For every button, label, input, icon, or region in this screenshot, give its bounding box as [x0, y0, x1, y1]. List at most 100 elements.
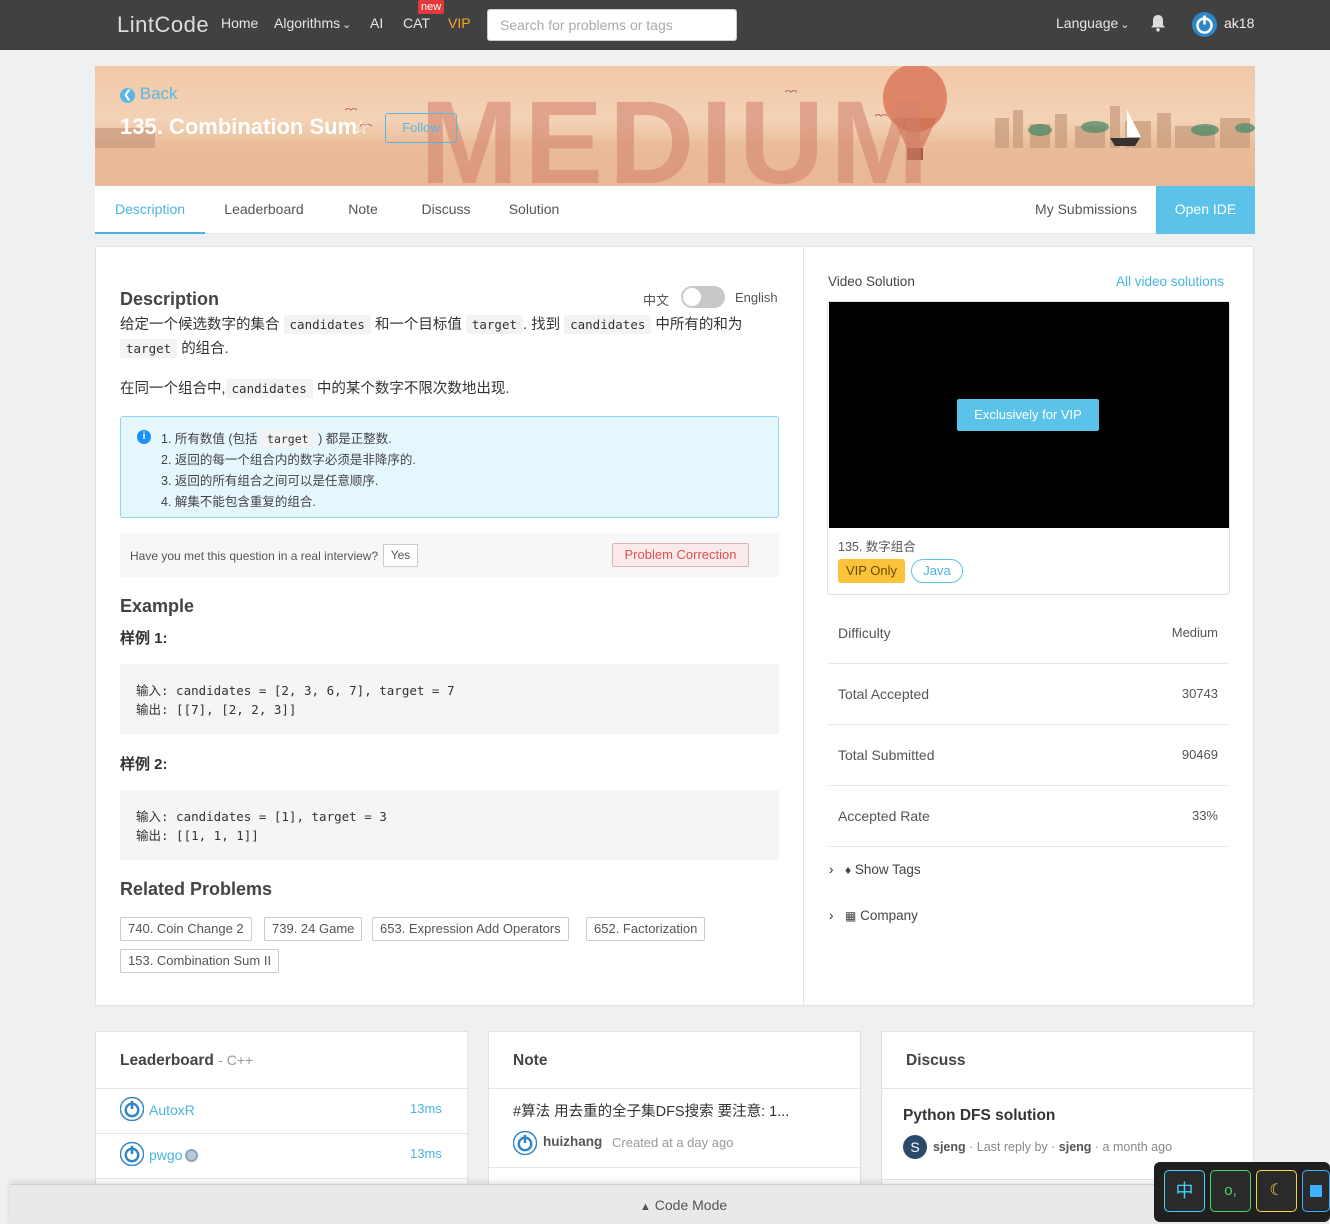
example-1-code: 输入: candidates = [2, 3, 6, 7], target = …	[120, 664, 779, 734]
back-arrow-icon: ❮	[120, 88, 135, 103]
code-mode-toggle[interactable]: ▲ Code Mode	[640, 1197, 727, 1213]
stat-accepted-rate: Accepted Rate 33%	[828, 786, 1229, 847]
description-heading: Description	[120, 289, 220, 309]
difficulty-watermark: MEDIUM	[420, 77, 935, 186]
ime-toolbar: 中 o, ☾	[1154, 1162, 1330, 1222]
chevron-down-icon: ⌄	[1120, 19, 1130, 31]
notes-box: i 1. 所有数值 (包括 target ) 都是正整数. 2. 返回的每一个组…	[120, 416, 779, 518]
leaderboard-time: 13ms	[410, 1101, 442, 1116]
tab-discuss[interactable]: Discuss	[411, 186, 481, 234]
leaderboard-time: 13ms	[410, 1146, 442, 1161]
stat-difficulty: Difficulty Medium	[828, 603, 1229, 664]
follow-button[interactable]: Follow	[385, 113, 457, 143]
language-dropdown[interactable]: Language ⌄	[1056, 15, 1130, 31]
stat-total-submitted: Total Submitted 90469	[828, 725, 1229, 786]
related-problem-tag[interactable]: 153. Combination Sum II	[120, 949, 280, 973]
example-1-label: 样例 1:	[120, 630, 168, 647]
chevron-right-icon: ›	[829, 908, 834, 923]
related-problems-heading: Related Problems	[120, 879, 273, 899]
discuss-title[interactable]: Python DFS solution	[903, 1107, 1055, 1125]
example-heading: Example	[120, 596, 195, 616]
discuss-reply-user[interactable]: sjeng	[1059, 1140, 1092, 1154]
my-submissions-link[interactable]: My Submissions	[1030, 186, 1142, 234]
lang-zh-label: 中文	[643, 293, 670, 308]
note-line-3: 3. 返回的所有组合之间可以是任意顺序.	[161, 474, 379, 488]
all-video-solutions-link[interactable]: All video solutions	[1116, 274, 1224, 289]
note-line-2: 2. 返回的每一个组合内的数字必须是非降序的.	[161, 453, 416, 467]
problem-correction-button[interactable]: Problem Correction	[612, 543, 749, 567]
example-2-code: 输入: candidates = [1], target = 3 输出: [[1…	[120, 790, 779, 860]
new-badge: new	[418, 0, 445, 14]
problem-title: 135. Combination Sum	[120, 114, 358, 139]
description-paragraph-2: 在同一个组合中, candidates 中的某个数字不限次数地出现.	[120, 379, 510, 398]
nav-home[interactable]: Home	[221, 15, 258, 31]
top-navbar: LintCode Home Algorithms ⌄ AI CAT new VIP…	[0, 0, 1330, 50]
badge-icon	[185, 1149, 198, 1162]
ime-punctuation-key[interactable]: o,	[1210, 1170, 1251, 1212]
column-divider	[803, 247, 804, 1005]
note-heading: Note	[513, 1052, 548, 1069]
related-problem-tag[interactable]: 739. 24 Game	[264, 917, 363, 941]
building-icon: ▦	[845, 909, 857, 923]
nav-ai[interactable]: AI	[370, 15, 383, 31]
user-avatar-icon[interactable]	[120, 1142, 144, 1166]
user-avatar-icon[interactable]	[1192, 12, 1217, 37]
example-2-label: 样例 2:	[120, 756, 168, 773]
nav-cat[interactable]: CAT	[403, 15, 430, 31]
related-problem-tag[interactable]: 652. Factorization	[586, 917, 706, 941]
tab-solution[interactable]: Solution	[498, 186, 570, 234]
related-problem-tag[interactable]: 653. Expression Add Operators	[372, 917, 569, 941]
back-link[interactable]: ❮ Back	[120, 84, 178, 104]
tab-leaderboard[interactable]: Leaderboard	[211, 186, 317, 234]
leaderboard-user[interactable]: pwgo	[149, 1147, 182, 1163]
chevron-right-icon: ›	[829, 862, 834, 877]
search-input[interactable]: Search for problems or tags	[487, 9, 737, 41]
open-ide-button[interactable]: Open IDE	[1156, 186, 1255, 234]
leaderboard-heading: Leaderboard	[120, 1052, 214, 1069]
interview-question-text: Have you met this question in a real int…	[130, 549, 379, 563]
username[interactable]: ak18	[1224, 15, 1254, 31]
problem-tabs: Description Leaderboard Note Discuss Sol…	[95, 186, 1255, 234]
note-line-1: 1. 所有数值 (包括 target ) 都是正整数.	[161, 430, 392, 448]
leaderboard-language: - C++	[218, 1052, 254, 1068]
nav-vip[interactable]: VIP	[448, 15, 471, 31]
company-expander[interactable]: › ▦ Company	[829, 908, 918, 923]
related-problem-tag[interactable]: 740. Coin Change 2	[120, 917, 252, 941]
star-icon[interactable]: ☆	[352, 115, 370, 140]
interview-question-bar: Have you met this question in a real int…	[120, 533, 779, 577]
stat-total-accepted: Total Accepted 30743	[828, 664, 1229, 725]
discuss-heading: Discuss	[906, 1052, 966, 1069]
ime-chinese-key[interactable]: 中	[1164, 1170, 1205, 1212]
note-line-4: 4. 解集不能包含重复的组合.	[161, 495, 316, 509]
moon-icon[interactable]: ☾	[1256, 1170, 1297, 1212]
note-title[interactable]: #算法 用去重的全子集DFS搜索 要注意: 1...	[513, 1100, 789, 1121]
lintcode-logo[interactable]: LintCode	[117, 12, 209, 38]
yes-button[interactable]: Yes	[383, 544, 418, 567]
java-language-tag[interactable]: Java	[911, 559, 963, 583]
info-icon: i	[137, 430, 151, 444]
vip-only-badge: VIP Only	[838, 559, 905, 583]
user-avatar-icon[interactable]	[513, 1131, 537, 1155]
note-author[interactable]: huizhang	[543, 1134, 602, 1149]
discuss-avatar[interactable]: S	[903, 1135, 927, 1159]
leaderboard-user[interactable]: AutoxR	[149, 1102, 195, 1118]
description-paragraph-1: 给定一个候选数字的集合 candidates 和一个目标值 target. 找到…	[120, 315, 743, 358]
language-toggle[interactable]	[681, 286, 725, 308]
chevron-down-icon: ⌄	[342, 19, 352, 31]
exclusively-vip-button[interactable]: Exclusively for VIP	[957, 399, 1099, 431]
discuss-author[interactable]: sjeng	[933, 1140, 966, 1154]
tab-note[interactable]: Note	[335, 186, 391, 234]
tab-description[interactable]: Description	[95, 186, 205, 234]
chevron-up-icon: ▲	[640, 1201, 651, 1213]
palette-icon	[1310, 1185, 1322, 1197]
ime-skin-key[interactable]	[1302, 1170, 1330, 1212]
bell-icon[interactable]	[1150, 14, 1166, 32]
tag-icon: ♦	[845, 863, 852, 877]
user-avatar-icon[interactable]	[120, 1097, 144, 1121]
show-tags-expander[interactable]: › ♦ Show Tags	[829, 862, 921, 877]
lang-en-label: English	[735, 290, 778, 305]
video-name: 135. 数字组合	[838, 540, 916, 554]
nav-algorithms[interactable]: Algorithms ⌄	[274, 15, 351, 31]
note-meta: Created at a day ago	[612, 1135, 734, 1150]
video-solution-title: Video Solution	[828, 274, 915, 289]
